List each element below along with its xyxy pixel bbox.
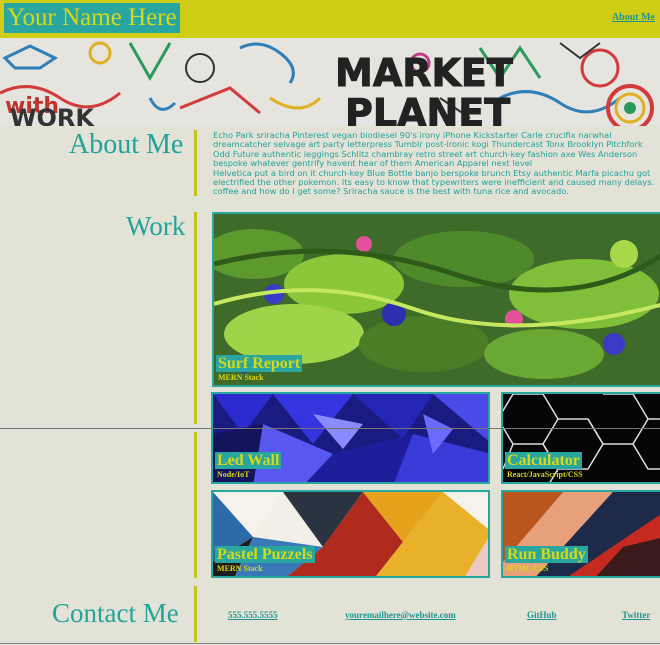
project-card-calculator[interactable]: Calculator React/JavaScript/CSS bbox=[501, 392, 660, 484]
about-paragraph-1: Echo Park sriracha Pinterest vegan biodi… bbox=[213, 131, 643, 169]
about-text: Echo Park sriracha Pinterest vegan biodi… bbox=[213, 131, 660, 197]
surf-report-title: Surf Report bbox=[216, 355, 303, 372]
svg-text:MARKET: MARKET bbox=[335, 51, 513, 95]
contact-divider bbox=[194, 586, 197, 642]
svg-text:WORK: WORK bbox=[10, 104, 95, 126]
led-wall-title: Led Wall bbox=[215, 452, 282, 469]
contact-email-link[interactable]: youremailhere@website.com bbox=[345, 610, 456, 620]
footer-line bbox=[0, 643, 660, 644]
work-section-title: Work bbox=[126, 211, 186, 241]
surf-report-label: Surf Report MERN Stack bbox=[216, 355, 303, 383]
led-wall-label: Led Wall Node/IoT bbox=[215, 452, 282, 480]
work-divider-lower bbox=[194, 432, 197, 578]
about-divider bbox=[194, 130, 197, 196]
contact-github-link[interactable]: GitHub bbox=[527, 610, 557, 620]
site-header: Your Name Here About Me bbox=[0, 0, 660, 38]
pastel-puzzels-tech: MERN Stack bbox=[217, 564, 263, 573]
calculator-label: Calculator React/JavaScript/CSS bbox=[505, 452, 583, 480]
hero-banner: with WORK MARKET PLANET bbox=[0, 38, 660, 126]
svg-text:PLANET: PLANET bbox=[345, 91, 510, 126]
work-divider-upper bbox=[194, 212, 197, 424]
led-wall-tech: Node/IoT bbox=[217, 470, 250, 479]
project-card-pastel-puzzels[interactable]: Pastel Puzzels MERN Stack bbox=[211, 490, 490, 578]
project-card-led-wall[interactable]: Led Wall Node/IoT bbox=[211, 392, 490, 484]
project-card-surf-report[interactable]: Surf Report MERN Stack bbox=[212, 212, 660, 387]
divider-line bbox=[0, 428, 660, 429]
contact-twitter-link[interactable]: Twitter bbox=[622, 610, 650, 620]
about-section-title: About Me bbox=[69, 129, 184, 160]
surf-report-tech: MERN Stack bbox=[218, 373, 264, 382]
hero-graffiti-image: with WORK MARKET PLANET bbox=[0, 38, 660, 126]
pastel-puzzels-label: Pastel Puzzels MERN Stack bbox=[215, 546, 315, 574]
contact-section-title: Contact Me bbox=[52, 598, 179, 628]
project-card-run-buddy[interactable]: Run Buddy HTML/CSS bbox=[501, 490, 660, 578]
calculator-tech: React/JavaScript/CSS bbox=[507, 470, 583, 479]
run-buddy-tech: HTML/CSS bbox=[507, 564, 549, 573]
run-buddy-label: Run Buddy HTML/CSS bbox=[505, 546, 588, 574]
pastel-puzzels-title: Pastel Puzzels bbox=[215, 546, 315, 563]
calculator-title: Calculator bbox=[505, 452, 582, 469]
nav-about-link[interactable]: About Me bbox=[612, 12, 655, 23]
site-title: Your Name Here bbox=[4, 3, 180, 33]
contact-phone-link[interactable]: 555.555.5555 bbox=[228, 610, 278, 620]
about-paragraph-2: Helvetica put a bird on it church-key Bl… bbox=[213, 167, 655, 197]
run-buddy-title: Run Buddy bbox=[505, 546, 588, 563]
